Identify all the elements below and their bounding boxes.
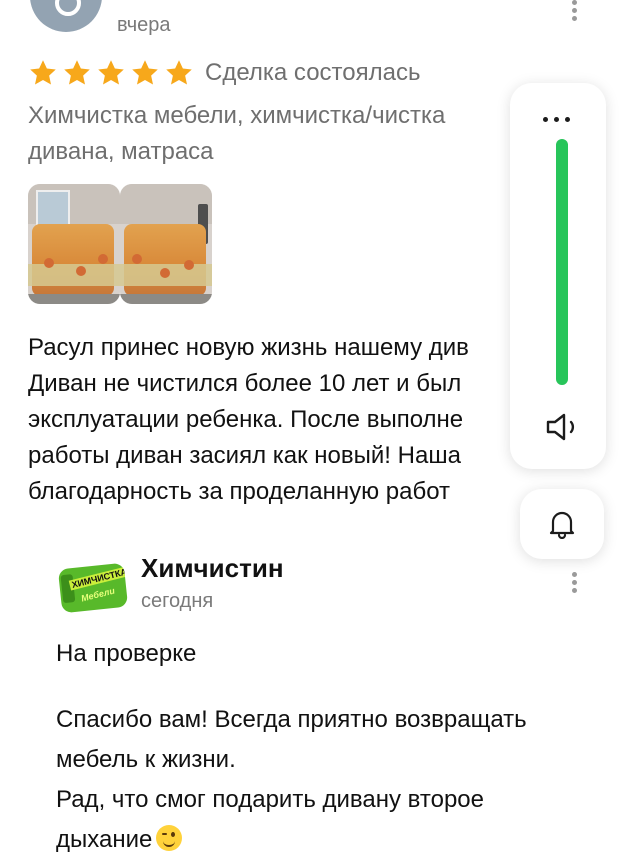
volume-panel [510,83,606,469]
star-icon [132,60,158,85]
review-line: Расул принес новую жизнь нашему див [28,334,469,361]
answer-line-last: дыхание [56,820,616,860]
company-logo[interactable]: ХИМЧИСТКА Мебели [57,562,129,614]
answer-line: дыхание [56,826,153,853]
deal-status: Сделка состоялась [205,59,421,86]
reviewer-avatar[interactable] [30,0,102,32]
answer-date: сегодня [141,590,214,612]
service-category: Химчистка мебели, химчистка/чистка диван… [28,98,523,170]
star-icon [64,60,90,85]
review-photo-2[interactable] [120,184,212,304]
review-line: эксплуатации ребенка. После выполне [28,406,464,433]
more-icon[interactable] [543,117,570,122]
answer-line: Спасибо вам! Всегда приятно возвращать [56,706,527,733]
service-line: дивана, матраса [28,138,214,165]
review-line: Диван не чистился более 10 лет и был [28,370,462,397]
company-name[interactable]: Химчистин [141,553,284,584]
review-more-icon[interactable] [569,0,579,24]
service-line: Химчистка мебели, химчистка/чистка [28,102,446,129]
answer-line: мебель к жизни. [56,746,236,773]
volume-slider[interactable] [556,139,568,385]
review-date: вчера [117,14,171,36]
review-line: работы диван засиял как новый! Наша [28,442,461,469]
bell-icon [549,511,575,539]
answer-more-icon[interactable] [569,572,579,596]
answer-line: Рад, что смог подарить дивану второе [56,786,484,813]
answer-text: Спасибо вам! Всегда приятно возвращать м… [56,700,616,860]
volume-level [556,139,568,385]
review-text: Расул принес новую жизнь нашему див Дива… [28,330,523,510]
star-icon [98,60,124,85]
speaker-icon[interactable] [544,411,584,443]
review-photo-1[interactable] [28,184,120,304]
wink-emoji-icon [156,825,183,851]
notifications-button[interactable] [520,489,604,559]
star-icon [30,60,56,85]
review-line: благодарность за проделанную работ [28,478,451,505]
star-icon [166,60,192,85]
rating-stars [28,58,194,88]
moderation-status: На проверке [56,640,197,667]
